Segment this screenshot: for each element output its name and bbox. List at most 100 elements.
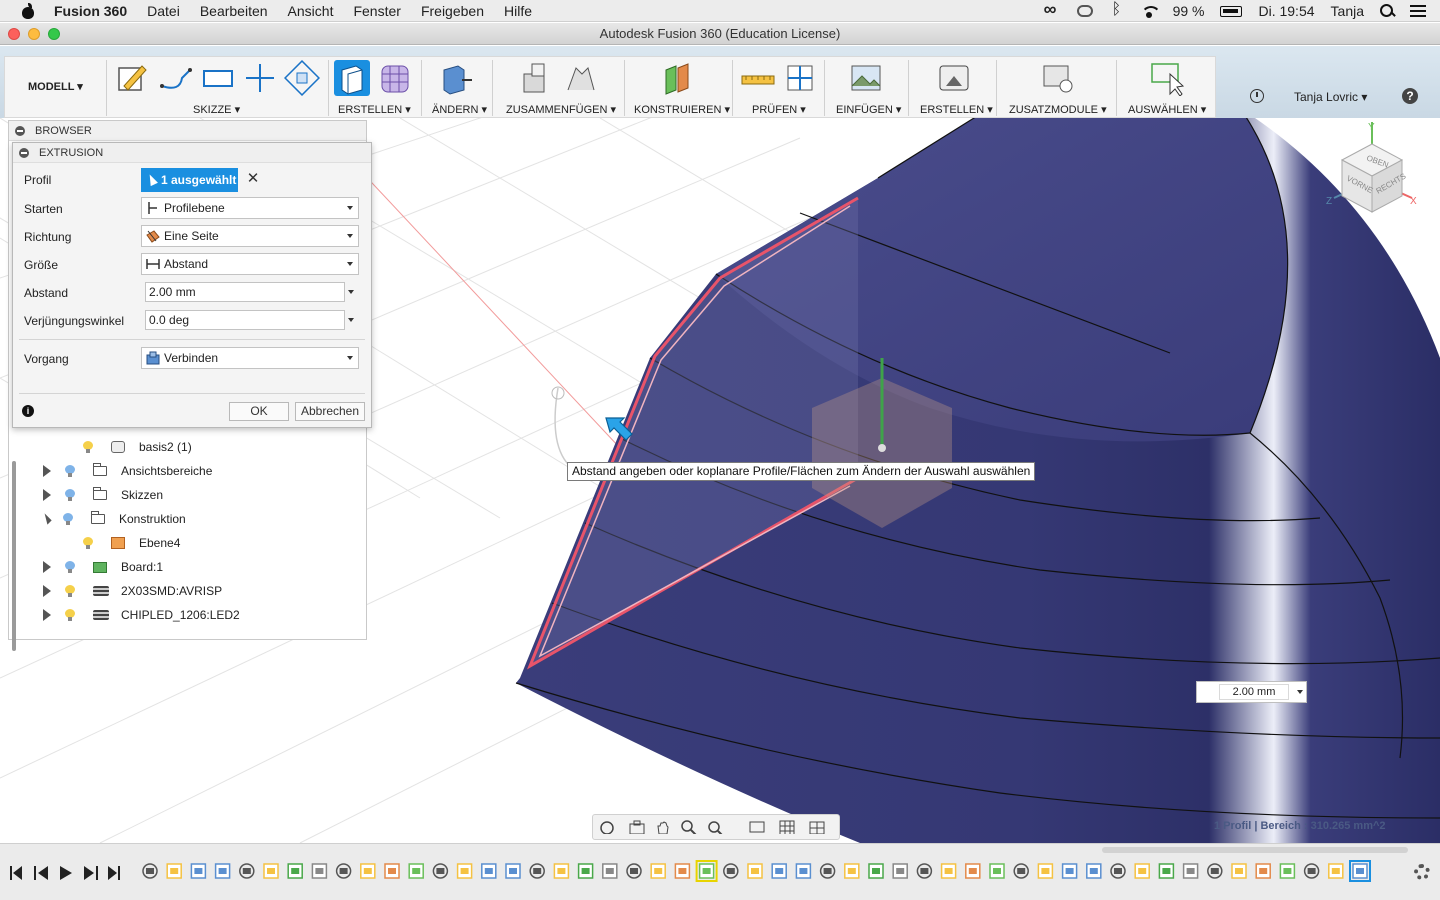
timeline-feature-box-icon[interactable] [674,863,691,879]
collapse-icon[interactable] [19,147,29,158]
visibility-bulb-icon[interactable] [83,537,93,549]
display-settings-icon[interactable] [749,820,765,834]
ok-button[interactable]: OK [229,402,289,421]
timeline-feature-sketch-icon[interactable] [1134,863,1150,879]
clear-selection-icon[interactable]: ✕ [245,170,261,188]
winkel-input[interactable] [145,310,345,330]
scripts-addins-icon[interactable] [1040,60,1076,96]
timeline-feature-board-icon[interactable] [1158,863,1175,879]
view-cube[interactable]: OBEN VORNE RECHTS Y X Z [1322,120,1422,220]
battery-icon[interactable] [1220,5,1243,17]
timeline-feature-plane-icon[interactable] [989,863,1005,879]
timeline-feature-sketch-icon[interactable] [263,863,279,879]
expand-triangle-icon[interactable] [43,609,51,621]
timeline-feature-move-icon[interactable] [432,863,449,879]
visibility-bulb-icon[interactable] [65,585,75,597]
timeline-feature-press-icon[interactable] [1061,863,1078,879]
measure-icon[interactable] [740,60,776,96]
create-sketch-icon[interactable] [114,60,150,96]
timeline-feature-sketch-icon[interactable] [1231,863,1247,879]
tree-item-basis2[interactable]: basis2 (1) [83,437,192,457]
section-analysis-icon[interactable] [782,60,818,96]
zoom-window-button[interactable] [48,28,60,40]
wifi-icon[interactable] [1140,4,1161,18]
timeline-feature-sketch-icon[interactable] [456,863,473,879]
dialog-header[interactable]: EXTRUSION [13,143,371,163]
timeline-feature-press-icon[interactable] [481,863,497,879]
timeline-feature-plane-icon[interactable] [408,863,424,879]
fit-icon[interactable] [707,820,723,834]
abstand-input[interactable] [145,282,345,302]
timeline-feature-move-icon[interactable] [239,863,255,879]
chevron-down-icon[interactable] [348,290,354,294]
timeline-feature-box-icon[interactable] [965,863,981,879]
new-component-icon[interactable] [518,60,554,96]
group-zusatzmodule[interactable]: ZUSATZMODULE ▾ [1009,103,1107,116]
extrude-button[interactable] [334,60,370,96]
tree-item-konstruktion[interactable]: Konstruktion [40,509,186,529]
expand-triangle-icon[interactable] [43,585,51,597]
go-to-end-icon[interactable] [108,866,120,880]
collapse-icon[interactable] [15,125,25,136]
visibility-bulb-icon[interactable] [65,609,75,621]
timeline-feature-move-icon[interactable] [1303,863,1320,879]
select-icon[interactable] [1150,60,1186,96]
battery-percent[interactable]: 99 % [1173,3,1205,19]
expand-triangle-icon[interactable] [43,489,51,501]
timeline-feature-board-icon[interactable] [868,863,884,879]
timeline-feature-plane-icon[interactable] [695,860,718,882]
menu-app-name[interactable]: Fusion 360 [54,3,127,19]
starten-dropdown[interactable]: Profilebene [141,197,359,219]
user-account-menu[interactable]: Tanja Lovric ▾ [1294,90,1367,104]
timeline-feature-board-icon[interactable] [577,863,594,879]
timeline-feature-extrude-icon[interactable] [505,863,521,879]
timeline-feature-sketch-icon[interactable] [166,863,182,879]
info-icon[interactable]: i [22,405,34,417]
timeline-feature-press-icon[interactable] [190,863,207,879]
notification-center-icon[interactable] [1410,5,1426,17]
timeline-feature-sketch-icon[interactable] [553,863,570,879]
rectangle-tool-icon[interactable] [200,60,236,96]
expand-triangle-icon[interactable] [43,561,51,573]
group-aendern[interactable]: ÄNDERN ▾ [432,103,487,116]
timeline-feature-move-icon[interactable] [1013,863,1029,879]
apple-icon[interactable] [20,2,36,19]
group-erstellen-2[interactable]: ERSTELLEN ▾ [920,103,993,116]
visibility-bulb-icon[interactable] [65,465,75,477]
user-menu[interactable]: Tanja [1331,3,1364,19]
timeline-feature-move-icon[interactable] [529,863,545,879]
timeline-feature-sketch-icon[interactable] [1037,863,1054,879]
profile-select-button[interactable]: 1 ausgewählt [141,168,238,192]
timeline-feature-sketch-icon[interactable] [360,863,376,879]
menu-datei[interactable]: Datei [147,3,180,19]
timeline-feature-plane-icon[interactable] [1279,863,1296,879]
offset-plane-icon[interactable] [660,60,696,96]
render-icon[interactable] [936,60,972,96]
timeline-feature-box-icon[interactable] [1255,863,1271,879]
chevron-down-icon[interactable] [1297,690,1303,694]
chevron-down-icon[interactable] [348,318,354,322]
group-auswaehlen[interactable]: AUSWÄHLEN ▾ [1128,103,1206,116]
timeline-feature-extrude-icon[interactable] [795,863,812,879]
groesse-dropdown[interactable]: Abstand [141,253,359,275]
visibility-bulb-icon[interactable] [65,489,75,501]
vorgang-dropdown[interactable]: Verbinden [141,347,359,369]
spotlight-search-icon[interactable] [1380,4,1394,18]
step-forward-icon[interactable] [84,866,98,880]
form-tool-icon[interactable] [378,60,414,96]
tree-item-board[interactable]: Board:1 [43,557,163,577]
group-pruefen[interactable]: PRÜFEN ▾ [752,103,806,116]
timeline-feature-extrude-icon[interactable] [214,863,231,879]
browser-scrollbar[interactable] [12,461,16,651]
clock[interactable]: Di. 19:54 [1258,3,1314,19]
timeline-feature-board-icon[interactable] [287,863,303,879]
press-pull-icon[interactable] [438,60,474,96]
timeline-feature-joint-icon[interactable] [602,863,618,879]
timeline-settings-gear-icon[interactable] [1414,864,1430,880]
timeline-feature-move-icon[interactable] [335,863,352,879]
tree-item-chipled[interactable]: CHIPLED_1206:LED2 [43,605,240,625]
timeline-feature-sketch-icon[interactable] [650,863,666,879]
group-zusammenfuegen[interactable]: ZUSAMMENFÜGEN ▾ [506,103,616,116]
job-status-icon[interactable] [1250,89,1264,103]
timeline-feature-sketch-icon[interactable] [844,863,860,879]
